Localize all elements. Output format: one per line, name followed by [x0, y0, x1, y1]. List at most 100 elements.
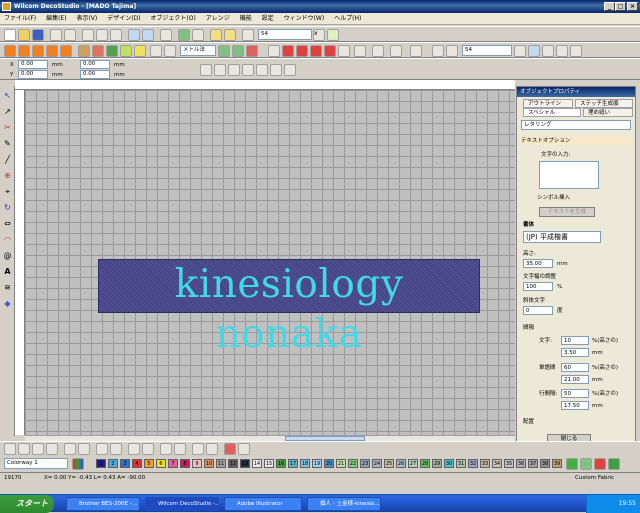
- color-swatch[interactable]: 11: [216, 459, 226, 468]
- color-swatch[interactable]: 17: [288, 459, 298, 468]
- digitize-tool-4-icon[interactable]: [46, 45, 58, 57]
- word-spacing-mm-field[interactable]: 21.00: [561, 375, 589, 384]
- grid-tool-icon[interactable]: [150, 45, 162, 57]
- color-swatch[interactable]: 23: [360, 459, 370, 468]
- print-icon[interactable]: [50, 29, 62, 41]
- mirror-h-icon[interactable]: [160, 443, 172, 455]
- digitize-tool-1-icon[interactable]: [4, 45, 16, 57]
- redo-icon[interactable]: [142, 29, 154, 41]
- color-swatch[interactable]: 38: [540, 459, 550, 468]
- knife-tool-icon[interactable]: ✂: [2, 122, 13, 133]
- color-swatch[interactable]: 29: [432, 459, 442, 468]
- digitize-tool-5-icon[interactable]: [60, 45, 72, 57]
- width-field[interactable]: 0.00: [80, 60, 110, 69]
- color-swatch[interactable]: 32: [468, 459, 478, 468]
- layer-down-icon[interactable]: [142, 443, 154, 455]
- align-left-icon[interactable]: [200, 64, 212, 76]
- ungroup-icon[interactable]: [110, 443, 122, 455]
- color-swatch[interactable]: 33: [480, 459, 490, 468]
- fill-tool-icon[interactable]: [106, 45, 118, 57]
- menu-help[interactable]: ヘルプ(H): [330, 13, 365, 25]
- color-swatch[interactable]: 25: [384, 459, 394, 468]
- stitch-size-field[interactable]: 54: [258, 29, 312, 40]
- export-icon[interactable]: [224, 29, 236, 41]
- stitch-pattern-9-icon[interactable]: [390, 45, 402, 57]
- colorway-select[interactable]: Colorway 1: [4, 458, 68, 469]
- point-tool-icon[interactable]: ⊕: [2, 170, 13, 181]
- color-swatch[interactable]: 30: [444, 459, 454, 468]
- color-swatch[interactable]: 13: [240, 459, 250, 468]
- color-swatch[interactable]: 1: [96, 459, 106, 468]
- font-select[interactable]: (JP) 平成楷書: [523, 231, 601, 243]
- color-swatch[interactable]: 6: [156, 459, 166, 468]
- break-apart-icon[interactable]: [246, 45, 258, 57]
- task-folder[interactable]: 個人・土金様-kinesio...: [307, 497, 381, 511]
- text-options-section[interactable]: テキストオプション: [521, 137, 631, 145]
- stitch-pattern-5-icon[interactable]: [324, 45, 336, 57]
- stitch-pattern-10-icon[interactable]: [410, 45, 422, 57]
- y-field[interactable]: 0.00: [18, 70, 48, 79]
- nav-first-icon[interactable]: [4, 443, 16, 455]
- stitch-pattern-6-icon[interactable]: [338, 45, 350, 57]
- task-brother[interactable]: Brother BES-200E -...: [66, 497, 140, 511]
- circle-tool-icon[interactable]: [120, 45, 132, 57]
- units-select[interactable]: メトル法: [180, 45, 216, 56]
- color-swatch[interactable]: 28: [420, 459, 430, 468]
- color-swatch[interactable]: 2: [108, 459, 118, 468]
- close-button[interactable]: ×: [627, 2, 638, 11]
- color-swatch[interactable]: 24: [372, 459, 382, 468]
- zoom-close-button[interactable]: [514, 45, 526, 57]
- color-swatch[interactable]: 8: [180, 459, 190, 468]
- minimize-button[interactable]: _: [604, 2, 615, 11]
- add-color-icon[interactable]: [566, 458, 578, 470]
- copy-icon[interactable]: [96, 29, 108, 41]
- color-swatch[interactable]: 9: [192, 459, 202, 468]
- zoom-in-icon[interactable]: [528, 45, 540, 57]
- stitch-pattern-4-icon[interactable]: [310, 45, 322, 57]
- nav-prev-icon[interactable]: [18, 443, 30, 455]
- color-swatch[interactable]: 7: [168, 459, 178, 468]
- distribute-icon[interactable]: [284, 64, 296, 76]
- color-swatch[interactable]: 37: [528, 459, 538, 468]
- color-swatch[interactable]: 3: [120, 459, 130, 468]
- line-tool-icon[interactable]: ╱: [2, 154, 13, 165]
- color-swatch[interactable]: 21: [336, 459, 346, 468]
- color-swatch[interactable]: 35: [504, 459, 514, 468]
- text-tool-icon[interactable]: A: [2, 266, 13, 277]
- digitize-tool-2-icon[interactable]: [18, 45, 30, 57]
- printer-icon[interactable]: [192, 29, 204, 41]
- color-fill-icon[interactable]: [594, 458, 606, 470]
- mirror-tool-icon[interactable]: ⇔: [2, 218, 13, 229]
- color-swatch[interactable]: 19: [312, 459, 322, 468]
- word-spacing-pct-field[interactable]: 60: [561, 363, 589, 372]
- align-top-icon[interactable]: [242, 64, 254, 76]
- arrow-tool-icon[interactable]: ↻: [2, 202, 13, 213]
- width-field[interactable]: 100: [523, 282, 553, 291]
- pointer-icon[interactable]: [242, 29, 254, 41]
- color-swatch[interactable]: 18: [300, 459, 310, 468]
- cut-icon[interactable]: [82, 29, 94, 41]
- menu-function[interactable]: 機能: [236, 13, 256, 25]
- paste-icon[interactable]: [110, 29, 122, 41]
- print-preview-icon[interactable]: [64, 29, 76, 41]
- tab-special[interactable]: スペシャル: [523, 108, 581, 117]
- shape-tool-icon[interactable]: [78, 45, 90, 57]
- magnify-icon[interactable]: [432, 45, 444, 57]
- align-center-icon[interactable]: [214, 64, 226, 76]
- stitch-pattern-7-icon[interactable]: [354, 45, 366, 57]
- zoom-level-icon[interactable]: [446, 45, 458, 57]
- color-swatch[interactable]: 15: [264, 459, 274, 468]
- start-button[interactable]: スタート: [0, 495, 54, 513]
- stitch-icon[interactable]: [178, 29, 190, 41]
- select-tool-icon[interactable]: ↖: [2, 90, 13, 101]
- group-icon[interactable]: [96, 443, 108, 455]
- text-input-area[interactable]: [539, 161, 599, 189]
- task-decostudio[interactable]: Wilcom DecoStudio -...: [145, 497, 219, 511]
- menu-window[interactable]: ウィンドウ(W): [280, 13, 329, 25]
- satin-tool-icon[interactable]: [92, 45, 104, 57]
- appliqué-icon[interactable]: [218, 45, 230, 57]
- color-sort-icon[interactable]: [608, 458, 620, 470]
- stitch-pattern-8-icon[interactable]: [372, 45, 384, 57]
- ellipse-tool-icon[interactable]: [134, 45, 146, 57]
- matrix-tool-icon[interactable]: [164, 45, 176, 57]
